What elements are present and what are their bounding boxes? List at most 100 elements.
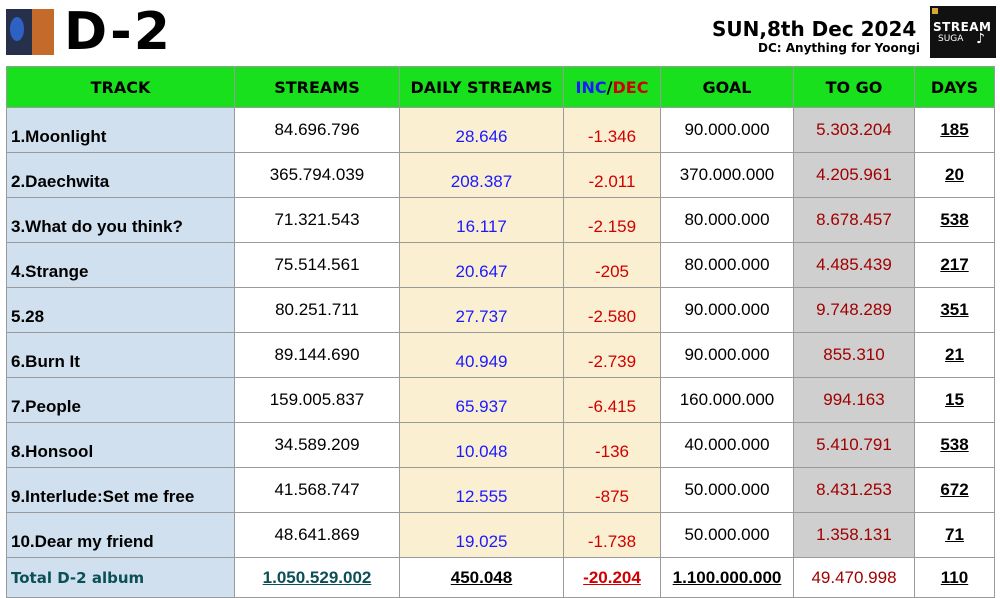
cell-togo: 4.205.961 [793, 152, 915, 198]
cell-daily: 19.025 [399, 512, 564, 558]
cell-streams: 41.568.747 [234, 467, 400, 513]
cell-inc: -875 [563, 467, 661, 513]
cell-togo: 9.748.289 [793, 287, 915, 333]
cell-track: 5.28 [6, 287, 235, 333]
cell-days: 185 [914, 107, 995, 153]
cell-daily: 40.949 [399, 332, 564, 378]
total-row: Total D-2 album 1.050.529.002 450.048 -20.2… [6, 557, 995, 598]
cell-daily: 208.387 [399, 152, 564, 198]
col-header-streams: STREAMS [234, 66, 400, 108]
table-row: 9.Interlude:Set me free 41.568.747 12.555-… [6, 467, 995, 513]
col-header-days: DAYS [914, 66, 995, 108]
cell-days: 21 [914, 332, 995, 378]
table-row: 4.Strange 75.514.561 20.647 -205 80.000.000 4… [6, 242, 995, 288]
cell-days: 672 [914, 467, 995, 513]
cell-inc: -1.738 [563, 512, 661, 558]
col-header-incdec: INC/DEC [563, 66, 661, 108]
headphone-icon [10, 17, 24, 41]
cell-streams: 84.696.796 [234, 107, 400, 153]
cell-streams: 34.589.209 [234, 422, 400, 468]
cell-inc: -136 [563, 422, 661, 468]
page-title: D-2 [64, 2, 172, 62]
cell-togo: 855.310 [793, 332, 915, 378]
cell-goal: 370.000.000 [660, 152, 794, 198]
cell-goal: 90.000.000 [660, 107, 794, 153]
cell-track: 4.Strange [6, 242, 235, 288]
cell-streams: 80.251.711 [234, 287, 400, 333]
cell-days: 538 [914, 422, 995, 468]
cell-track: 3.What do you think? [6, 197, 235, 243]
album-cover-image [6, 9, 54, 55]
table-row: 2.Daechwita 365.794.039 208.387 -2.011 370.0… [6, 152, 995, 198]
table-row: 7.People 159.005.837 65.937 -6.415 160.000.0… [6, 377, 995, 423]
cell-daily: 28.646 [399, 107, 564, 153]
cell-track: 9.Interlude:Set me free [6, 467, 235, 513]
table-row: 5.28 80.251.711 27.737 -2.580 90.000.000 9.74… [6, 287, 995, 333]
col-header-dec: DEC [612, 77, 649, 97]
cell-track: 10.Dear my friend [6, 512, 235, 558]
total-daily: 450.048 [399, 557, 564, 598]
table-row: 10.Dear my friend 48.641.869 19.025 -1.738 5… [6, 512, 995, 558]
cell-goal: 80.000.000 [660, 242, 794, 288]
cell-daily: 16.117 [399, 197, 564, 243]
cell-track: 8.Honsool [6, 422, 235, 468]
total-togo: 49.470.998 [793, 557, 915, 598]
cell-inc: -2.739 [563, 332, 661, 378]
date-label: SUN,8th Dec 2024 [712, 17, 917, 41]
cell-inc: -1.346 [563, 107, 661, 153]
cell-streams: 71.321.543 [234, 197, 400, 243]
cell-streams: 89.144.690 [234, 332, 400, 378]
col-header-daily: DAILY STREAMS [399, 66, 564, 108]
credit-label: DC: Anything for Yoongi [758, 41, 920, 55]
cell-goal: 80.000.000 [660, 197, 794, 243]
cell-inc: -2.011 [563, 152, 661, 198]
cell-daily: 65.937 [399, 377, 564, 423]
album-cover-orange-panel [32, 9, 54, 55]
table-header-row: TRACK STREAMS DAILY STREAMS INC/DEC GOAL… [6, 66, 995, 108]
total-goal: 1.100.000.000 [660, 557, 794, 598]
total-streams: 1.050.529.002 [234, 557, 400, 598]
cell-togo: 5.303.204 [793, 107, 915, 153]
cell-days: 351 [914, 287, 995, 333]
total-label: Total D-2 album [6, 557, 235, 598]
cell-goal: 50.000.000 [660, 512, 794, 558]
cell-streams: 159.005.837 [234, 377, 400, 423]
music-note-icon: ♪ [976, 31, 985, 47]
cell-togo: 8.678.457 [793, 197, 915, 243]
cell-days: 71 [914, 512, 995, 558]
cell-streams: 48.641.869 [234, 512, 400, 558]
cell-inc: -6.415 [563, 377, 661, 423]
col-header-goal: GOAL [660, 66, 794, 108]
stream-stats-table: TRACK STREAMS DAILY STREAMS INC/DEC GOAL… [6, 66, 995, 598]
cell-inc: -2.159 [563, 197, 661, 243]
cell-togo: 8.431.253 [793, 467, 915, 513]
cell-track: 2.Daechwita [6, 152, 235, 198]
stream-suga-logo: STREAM SUGA ♪ [930, 6, 996, 58]
cell-daily: 20.647 [399, 242, 564, 288]
cell-inc: -2.580 [563, 287, 661, 333]
cell-togo: 4.485.439 [793, 242, 915, 288]
col-header-inc: INC [575, 77, 607, 97]
cell-inc: -205 [563, 242, 661, 288]
cell-days: 538 [914, 197, 995, 243]
logo-corner-mark [932, 8, 938, 14]
col-header-track: TRACK [6, 66, 235, 108]
cell-goal: 160.000.000 [660, 377, 794, 423]
table-row: 6.Burn It 89.144.690 40.949 -2.739 90.000.00… [6, 332, 995, 378]
cell-days: 217 [914, 242, 995, 288]
cell-days: 20 [914, 152, 995, 198]
cell-togo: 1.358.131 [793, 512, 915, 558]
cell-daily: 10.048 [399, 422, 564, 468]
total-days: 110 [914, 557, 995, 598]
table-row: 1.Moonlight 84.696.796 28.646 -1.346 90.000.… [6, 107, 995, 153]
table-row: 8.Honsool 34.589.209 10.048 -136 40.000.000 5… [6, 422, 995, 468]
cell-track: 7.People [6, 377, 235, 423]
cell-togo: 994.163 [793, 377, 915, 423]
cell-streams: 75.514.561 [234, 242, 400, 288]
cell-daily: 12.555 [399, 467, 564, 513]
cell-track: 1.Moonlight [6, 107, 235, 153]
table-row: 3.What do you think? 71.321.543 16.117 -2.1… [6, 197, 995, 243]
cell-track: 6.Burn It [6, 332, 235, 378]
cell-goal: 40.000.000 [660, 422, 794, 468]
cell-goal: 50.000.000 [660, 467, 794, 513]
